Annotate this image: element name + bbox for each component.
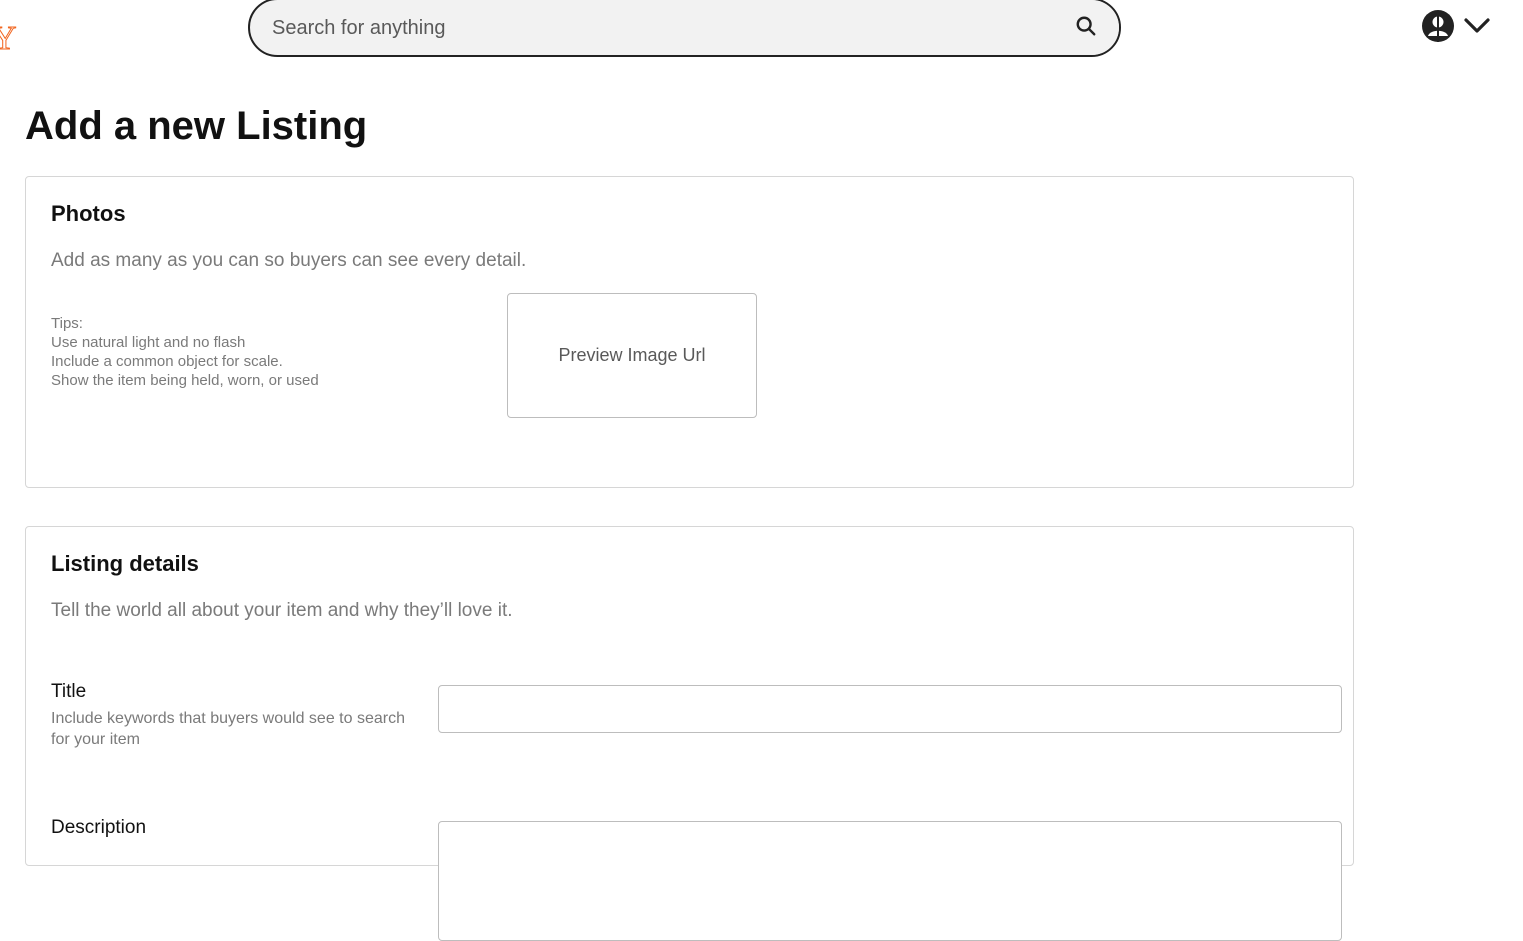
- chevron-down-icon: [1463, 17, 1491, 35]
- image-preview-box[interactable]: Preview Image Url: [507, 293, 757, 418]
- photos-subtitle: Add as many as you can so buyers can see…: [51, 250, 527, 271]
- preview-image-label: Preview Image Url: [558, 345, 706, 365]
- description-textarea[interactable]: [438, 821, 1342, 941]
- site-logo[interactable]: Y: [0, 21, 17, 56]
- title-field-help: Include keywords that buyers would see t…: [51, 710, 405, 748]
- tip-item: Show the item being held, worn, or used: [51, 372, 319, 389]
- title-field-label: Title: [51, 681, 87, 702]
- photo-tips: Tips: Use natural light and no flash Inc…: [51, 314, 319, 390]
- page-title: Add a new Listing: [25, 104, 368, 148]
- user-avatar-icon: [1421, 9, 1455, 43]
- photos-section: Photos Add as many as you can so buyers …: [25, 176, 1354, 488]
- listing-details-section: Listing details Tell the world all about…: [25, 526, 1354, 941]
- listing-details-subtitle: Tell the world all about your item and w…: [51, 600, 513, 621]
- tip-item: Use natural light and no flash: [51, 334, 246, 351]
- listing-details-heading: Listing details: [51, 551, 199, 576]
- search-bar: [248, 0, 1121, 57]
- search-input[interactable]: [272, 10, 1032, 46]
- search-icon: [1075, 15, 1097, 40]
- tip-item: Include a common object for scale.: [51, 353, 283, 370]
- account-menu-button[interactable]: [1421, 9, 1491, 43]
- title-input[interactable]: [438, 685, 1342, 733]
- photos-heading: Photos: [51, 201, 126, 226]
- search-button[interactable]: [1053, 0, 1119, 55]
- tips-heading: Tips:: [51, 315, 83, 332]
- description-field-label: Description: [51, 817, 147, 838]
- top-navigation-bar: Y: [0, 0, 1523, 60]
